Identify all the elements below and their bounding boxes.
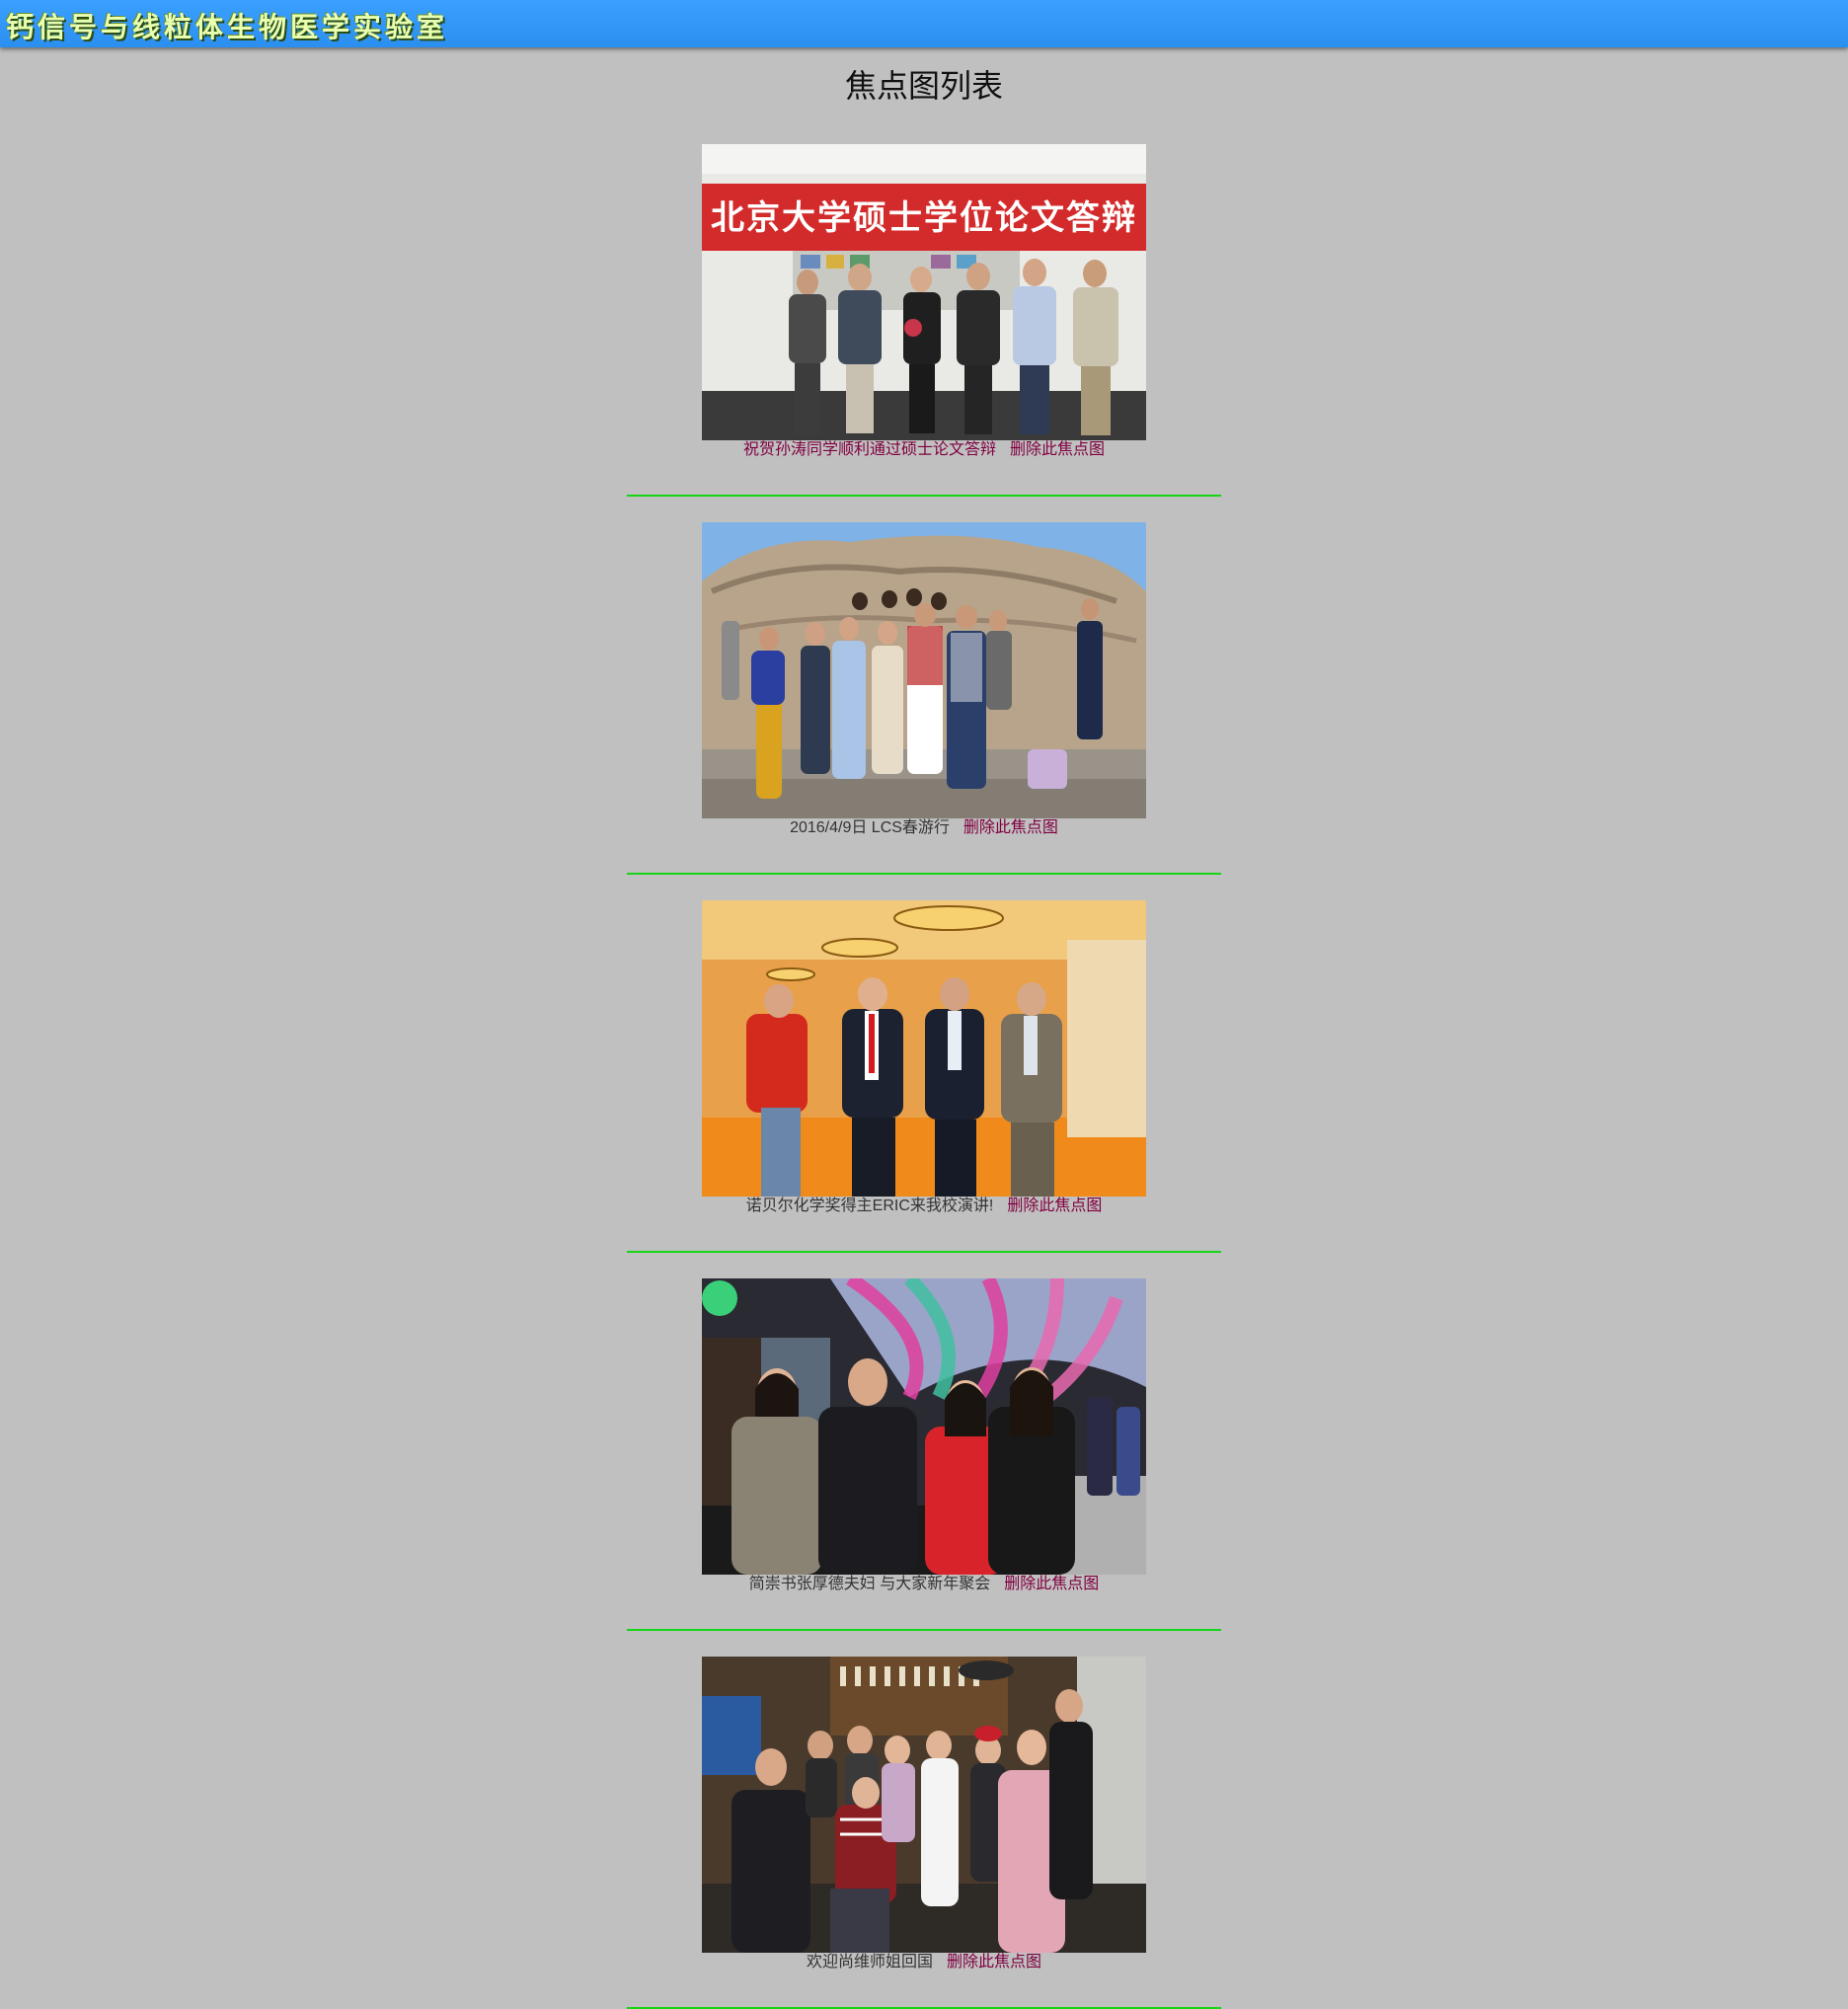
delete-focus-link[interactable]: 删除此焦点图 [947,1954,1041,1970]
focus-caption[interactable]: 祝贺孙涛同学顺利通过硕士论文答辩 [743,441,996,458]
banner-text: 北京大学硕士学位论文答辩 [711,198,1137,238]
delete-focus-link[interactable]: 删除此焦点图 [1007,1198,1102,1214]
page-title: 焦点图列表 [844,67,1003,105]
caption-row: 欢迎尚维师姐回国 删除此焦点图 [627,1951,1221,1974]
focus-photo-nobel-visit[interactable] [702,900,1146,1197]
focus-photo-thesis-defense[interactable]: 北京大学硕士学位论文答辩 [702,144,1146,440]
focus-caption: 欢迎尚维师姐回国 [806,1954,933,1970]
site-header: 钙信号与线粒体生物医学实验室 [0,0,1848,47]
delete-focus-link[interactable]: 删除此焦点图 [1004,1576,1099,1592]
caption-row: 诺贝尔化学奖得主ERIC来我校演讲! 删除此焦点图 [627,1195,1221,1218]
focus-item: 2016/4/9日 LCS春游行 删除此焦点图 [627,522,1221,875]
caption-row: 简崇书张厚德夫妇 与大家新年聚会 删除此焦点图 [627,1573,1221,1596]
caption-row: 2016/4/9日 LCS春游行 删除此焦点图 [627,816,1221,840]
focus-caption: 2016/4/9日 LCS春游行 [790,819,950,836]
focus-photo-new-year-gathering[interactable] [702,1278,1146,1575]
focus-item: 北京大学硕士学位论文答辩 祝贺孙涛同学顺利通过硕士论文答辩 删除此焦点图 [627,144,1221,497]
focus-caption: 简崇书张厚德夫妇 与大家新年聚会 [748,1576,991,1592]
focus-photo-welcome-back[interactable] [702,1657,1146,1953]
focus-item: 欢迎尚维师姐回国 删除此焦点图 [627,1657,1221,2009]
focus-item: 诺贝尔化学奖得主ERIC来我校演讲! 删除此焦点图 [627,900,1221,1253]
caption-row: 祝贺孙涛同学顺利通过硕士论文答辩 删除此焦点图 [627,438,1221,462]
delete-focus-link[interactable]: 删除此焦点图 [963,819,1058,836]
focus-caption: 诺贝尔化学奖得主ERIC来我校演讲! [745,1198,994,1214]
focus-image-list: 北京大学硕士学位论文答辩 祝贺孙涛同学顺利通过硕士论文答辩 删除此焦点图 201… [0,144,1848,2009]
site-logo[interactable]: 钙信号与线粒体生物医学实验室 [6,6,448,45]
focus-photo-spring-outing[interactable] [702,522,1146,818]
focus-item: 简崇书张厚德夫妇 与大家新年聚会 删除此焦点图 [627,1278,1221,1631]
delete-focus-link[interactable]: 删除此焦点图 [1010,441,1105,458]
